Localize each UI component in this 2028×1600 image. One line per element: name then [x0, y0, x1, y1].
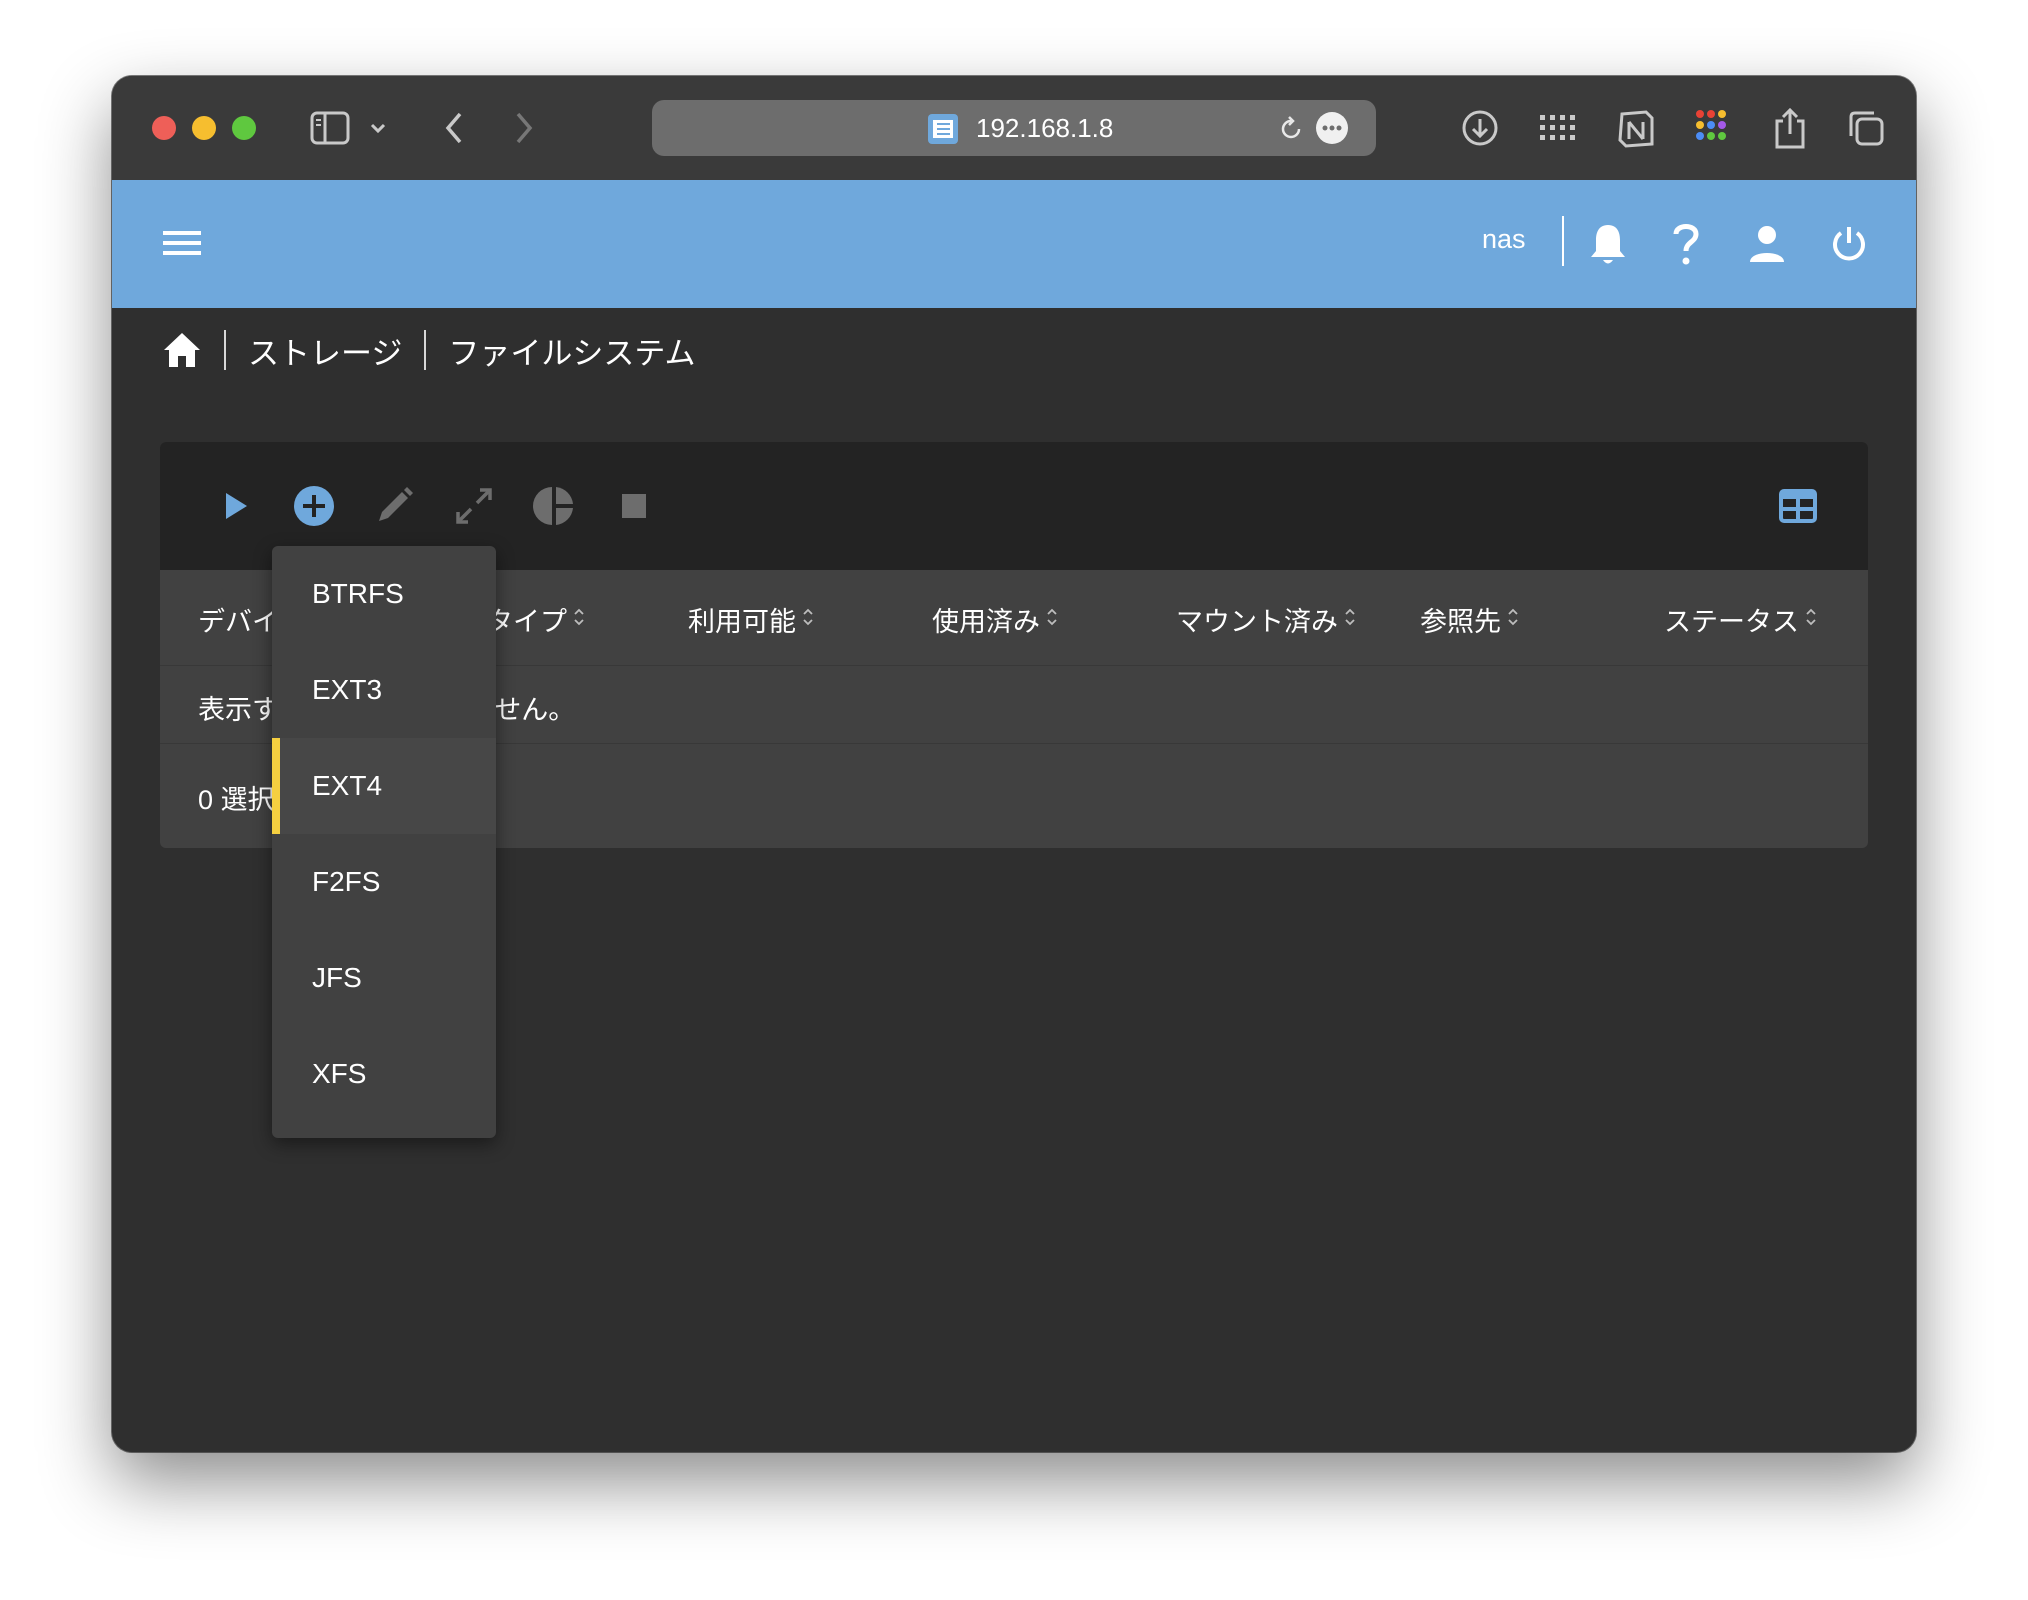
close-window-button[interactable]	[152, 116, 176, 140]
help-icon[interactable]	[1668, 220, 1704, 268]
breadcrumb-separator	[224, 330, 226, 370]
sort-icon	[1046, 604, 1058, 635]
edit-pencil-icon[interactable]	[370, 482, 418, 530]
header-divider	[1562, 216, 1564, 266]
reload-icon[interactable]	[1274, 112, 1308, 146]
mount-play-button[interactable]	[212, 482, 260, 530]
menu-item-jfs[interactable]: JFS	[272, 930, 496, 1026]
column-referenced[interactable]: 参照先	[1420, 600, 1519, 639]
grid-apps-icon[interactable]	[1536, 106, 1580, 150]
home-icon[interactable]	[162, 330, 202, 370]
breadcrumb-filesystem: ファイルシステム	[448, 335, 696, 371]
sort-icon	[1507, 604, 1519, 635]
user-account-icon[interactable]	[1746, 222, 1788, 266]
column-type[interactable]: タイプ	[486, 600, 585, 639]
site-page-icon	[926, 112, 960, 146]
menu-item-ext4[interactable]: EXT4	[272, 738, 496, 834]
sort-icon	[1805, 604, 1817, 635]
menu-item-btrfs[interactable]: BTRFS	[272, 546, 496, 642]
column-available[interactable]: 利用可能	[688, 600, 814, 639]
url-text: 192.168.1.8	[976, 113, 1114, 143]
power-icon[interactable]	[1828, 222, 1870, 266]
breadcrumb: ストレージ ファイルシステム	[162, 328, 695, 372]
sort-icon	[802, 604, 814, 635]
more-options-icon[interactable]	[1314, 110, 1350, 146]
sidebar-toggle-icon[interactable]	[308, 108, 352, 148]
address-bar[interactable]: 192.168.1.8	[652, 100, 1376, 156]
tabs-overview-icon[interactable]	[1844, 106, 1888, 150]
menu-item-xfs[interactable]: XFS	[272, 1026, 496, 1122]
browser-window: 192.168.1.8 nas ストレージ ファイルシステム デバイス タイプ …	[112, 76, 1916, 1452]
app-header: nas	[112, 180, 1916, 308]
colorful-apps-icon[interactable]	[1692, 106, 1736, 150]
sort-icon	[1344, 604, 1356, 635]
minimize-window-button[interactable]	[192, 116, 216, 140]
column-used[interactable]: 使用済み	[932, 600, 1058, 639]
sort-icon	[573, 604, 585, 635]
chevron-down-icon[interactable]	[366, 116, 390, 140]
filesystem-type-menu: BTRFS EXT3 EXT4 F2FS JFS XFS	[272, 546, 496, 1138]
add-button[interactable]	[290, 482, 338, 530]
menu-item-ext3[interactable]: EXT3	[272, 642, 496, 738]
forward-icon[interactable]	[504, 108, 544, 148]
zoom-window-button[interactable]	[232, 116, 256, 140]
user-name: nas	[1482, 224, 1526, 254]
menu-item-f2fs[interactable]: F2FS	[272, 834, 496, 930]
share-icon[interactable]	[1770, 104, 1810, 152]
stop-icon[interactable]	[610, 482, 658, 530]
table-view-icon[interactable]	[1774, 482, 1822, 530]
breadcrumb-separator	[424, 330, 427, 370]
back-icon[interactable]	[434, 108, 474, 148]
hamburger-menu-icon[interactable]	[162, 226, 202, 260]
notifications-bell-icon[interactable]	[1586, 220, 1630, 268]
downloads-icon[interactable]	[1458, 106, 1502, 150]
notion-icon[interactable]	[1614, 104, 1658, 152]
column-status[interactable]: ステータス	[1664, 600, 1817, 639]
browser-toolbar: 192.168.1.8	[112, 76, 1916, 180]
quota-pie-icon[interactable]	[530, 482, 578, 530]
expand-icon[interactable]	[450, 482, 498, 530]
breadcrumb-storage[interactable]: ストレージ	[248, 328, 402, 373]
column-mounted[interactable]: マウント済み	[1176, 600, 1356, 639]
